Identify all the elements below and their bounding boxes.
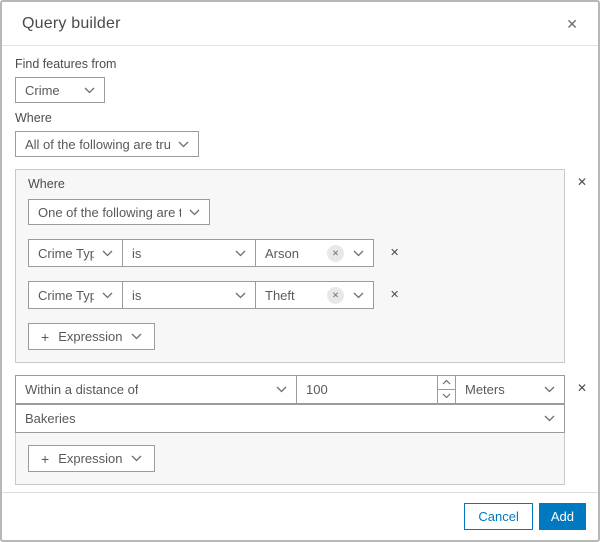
dialog-header: Query builder ✕: [2, 2, 598, 46]
stepper-up-icon[interactable]: [438, 376, 455, 390]
group1-where-label: Where: [28, 177, 65, 191]
spatial-operator-select[interactable]: Within a distance of: [15, 375, 297, 404]
field-select-value: Crime Type: [38, 245, 94, 261]
dialog-body: Find features from Crime Where All of th…: [2, 46, 598, 492]
chevron-down-icon: [353, 250, 364, 257]
expression-group-1: Where One of the following are tr... Cri…: [15, 169, 589, 363]
value-chip-label: Theft: [265, 287, 295, 303]
expression-row: Crime Type is Theft: [28, 281, 552, 309]
expression-group-2: Within a distance of 100 Meters Bakeries…: [15, 375, 589, 485]
chevron-down-icon: [84, 87, 95, 94]
add-expression-button[interactable]: + Expression: [28, 445, 155, 472]
distance-value: 100: [306, 382, 328, 397]
chevron-down-icon: [544, 415, 555, 422]
number-stepper: [437, 376, 455, 403]
query-builder-dialog: Query builder ✕ Find features from Crime…: [0, 0, 600, 542]
group1-match-operator-select[interactable]: One of the following are tr...: [28, 199, 210, 225]
layer-select-value: Crime: [25, 82, 60, 98]
field-select[interactable]: Crime Type: [28, 281, 123, 309]
cancel-button[interactable]: Cancel: [464, 503, 533, 530]
chevron-down-icon: [276, 386, 287, 393]
value-chip-label: Arson: [265, 245, 299, 261]
add-expression-button[interactable]: + Expression: [28, 323, 155, 350]
chevron-down-icon: [235, 250, 246, 257]
close-icon[interactable]: ✕: [566, 17, 578, 31]
find-features-label: Find features from: [15, 57, 117, 71]
spatial-expression-row: Within a distance of 100 Meters: [15, 375, 565, 404]
field-select[interactable]: Crime Type: [28, 239, 123, 267]
dialog-title: Query builder: [22, 14, 121, 32]
operator-select[interactable]: is: [122, 239, 256, 267]
chevron-down-icon: [178, 141, 189, 148]
distance-input[interactable]: 100: [296, 375, 456, 404]
plus-icon: +: [41, 450, 50, 467]
stepper-down-icon[interactable]: [438, 389, 455, 403]
match-operator-select[interactable]: All of the following are true: [15, 131, 199, 157]
chevron-down-icon: [102, 292, 113, 299]
spatial-operator-value: Within a distance of: [25, 382, 139, 397]
target-layer-value: Bakeries: [25, 411, 76, 426]
chevron-down-icon: [131, 333, 142, 340]
value-select[interactable]: Theft ✕: [255, 281, 374, 309]
where-label: Where: [15, 111, 52, 125]
remove-row-icon[interactable]: ✕: [388, 247, 401, 259]
remove-group-icon[interactable]: ✕: [575, 382, 589, 394]
expression-group-2-box: Within a distance of 100 Meters Bakeries…: [15, 375, 565, 485]
value-select[interactable]: Arson ✕: [255, 239, 374, 267]
layer-select[interactable]: Crime: [15, 77, 105, 103]
operator-select-value: is: [132, 245, 142, 261]
plus-icon: +: [41, 328, 50, 345]
chevron-down-icon: [189, 209, 200, 216]
chip-remove-icon[interactable]: ✕: [327, 286, 344, 304]
chevron-down-icon: [544, 386, 555, 393]
remove-group-icon[interactable]: ✕: [575, 176, 589, 188]
units-select[interactable]: Meters: [455, 375, 565, 404]
add-expression-label: Expression: [58, 451, 123, 466]
group1-match-operator-value: One of the following are tr...: [38, 204, 181, 220]
match-operator-value: All of the following are true: [25, 136, 170, 152]
expression-row: Crime Type is Arson: [28, 239, 552, 267]
target-layer-select[interactable]: Bakeries: [15, 404, 565, 433]
chevron-down-icon: [102, 250, 113, 257]
remove-row-icon[interactable]: ✕: [388, 289, 401, 301]
dialog-footer: Cancel Add: [2, 492, 598, 540]
chevron-down-icon: [131, 455, 142, 462]
add-button[interactable]: Add: [538, 503, 586, 530]
operator-select-value: is: [132, 287, 142, 303]
expression-group-1-box: Where One of the following are tr... Cri…: [15, 169, 565, 363]
field-select-value: Crime Type: [38, 287, 94, 303]
add-expression-label: Expression: [58, 329, 123, 344]
chip-remove-icon[interactable]: ✕: [327, 244, 344, 262]
chevron-down-icon: [353, 292, 364, 299]
units-select-value: Meters: [465, 382, 505, 397]
operator-select[interactable]: is: [122, 281, 256, 309]
chevron-down-icon: [235, 292, 246, 299]
